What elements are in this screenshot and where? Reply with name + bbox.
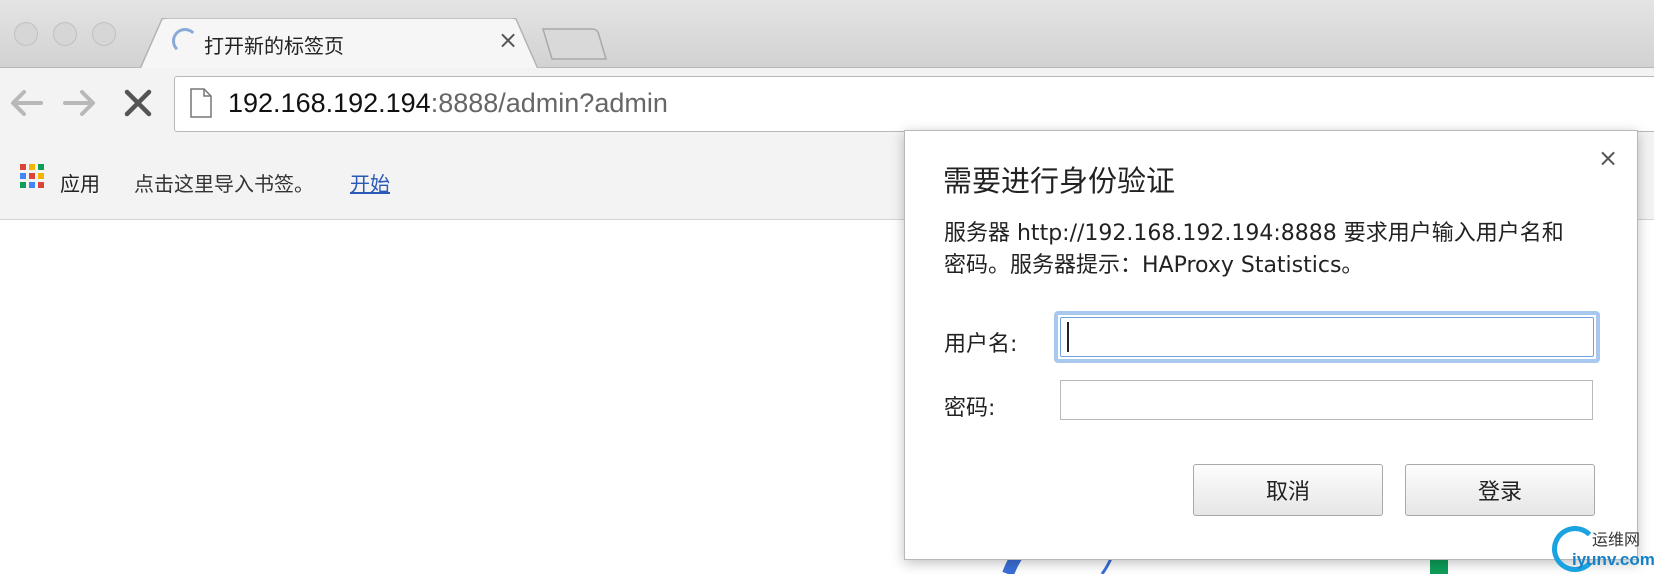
url-path: :8888/admin?admin xyxy=(430,88,668,118)
apps-grid-dot xyxy=(38,182,44,188)
new-tab-button[interactable] xyxy=(542,28,608,60)
tab-close-icon[interactable]: × xyxy=(498,28,518,52)
apps-grid-dot xyxy=(29,173,35,179)
apps-grid-dot xyxy=(29,182,35,188)
window-zoom-dot[interactable] xyxy=(92,22,116,46)
apps-grid-icon[interactable] xyxy=(20,164,44,188)
apps-grid-dot xyxy=(20,173,26,179)
bookmarks-import-hint: 点击这里导入书签。 xyxy=(134,172,314,196)
forward-button[interactable] xyxy=(60,84,100,122)
arrow-left-icon xyxy=(11,90,43,116)
password-field[interactable] xyxy=(1060,380,1593,420)
address-url: 192.168.192.194:8888/admin?admin xyxy=(228,88,668,119)
watermark-en: iyunv.com xyxy=(1572,550,1654,569)
apps-grid-dot xyxy=(38,164,44,170)
dialog-message-line-2: 密码。服务器提示：HAProxy Statistics。 xyxy=(944,253,1364,278)
window-close-dot[interactable] xyxy=(14,22,38,46)
login-button[interactable]: 登录 xyxy=(1405,464,1595,516)
tab-title: 打开新的标签页 xyxy=(204,34,344,58)
dialog-message: 服务器 http://192.168.192.194:8888 要求用户输入用户… xyxy=(944,218,1604,282)
dialog-title: 需要进行身份验证 xyxy=(943,164,1176,198)
apps-grid-dot xyxy=(29,164,35,170)
watermark-cn: 运维网 xyxy=(1592,530,1641,549)
arrow-right-icon xyxy=(63,90,95,116)
cancel-button[interactable]: 取消 xyxy=(1193,464,1383,516)
loading-spinner-icon xyxy=(172,28,198,54)
bookmark-apps[interactable]: 应用 xyxy=(60,168,100,197)
page-icon xyxy=(190,88,212,118)
stop-button[interactable] xyxy=(118,84,158,122)
apps-grid-dot xyxy=(20,164,26,170)
url-host: 192.168.192.194 xyxy=(228,88,431,118)
text-caret xyxy=(1067,322,1069,352)
password-label: 密码: xyxy=(944,396,996,421)
close-icon xyxy=(124,89,152,117)
username-field[interactable] xyxy=(1054,311,1600,363)
bookmarks-start-link[interactable]: 开始 xyxy=(350,168,390,197)
username-label: 用户名: xyxy=(944,332,1018,357)
back-button[interactable] xyxy=(6,84,46,122)
window-minimize-dot[interactable] xyxy=(53,22,77,46)
dialog-close-icon[interactable]: × xyxy=(1598,146,1618,170)
dialog-message-line-1: 服务器 http://192.168.192.194:8888 要求用户输入用户… xyxy=(944,221,1564,246)
apps-grid-dot xyxy=(20,182,26,188)
apps-grid-dot xyxy=(38,173,44,179)
